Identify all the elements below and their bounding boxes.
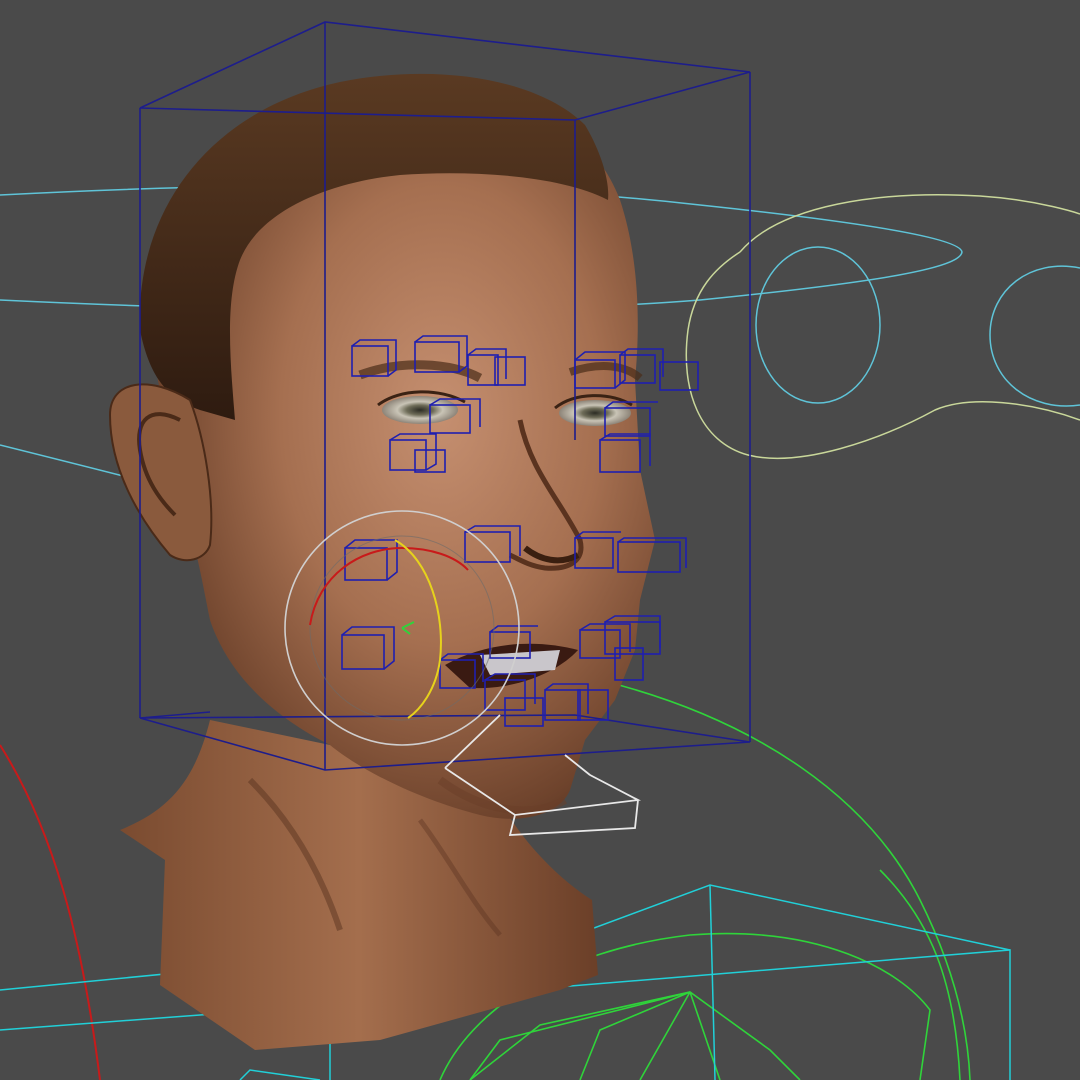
- control-brow-right-outer: [659, 361, 699, 391]
- eye-target-left: [755, 246, 881, 404]
- left-eye: [382, 396, 458, 424]
- viewport-canvas: [0, 21, 1080, 1080]
- eye-look-curve: [685, 194, 1080, 459]
- right-eye: [559, 400, 631, 426]
- head-model[interactable]: [108, 73, 655, 1050]
- eye-target-right: [989, 265, 1080, 407]
- 3d-viewport[interactable]: [0, 0, 1080, 1080]
- red-axis-arc: [0, 744, 101, 1080]
